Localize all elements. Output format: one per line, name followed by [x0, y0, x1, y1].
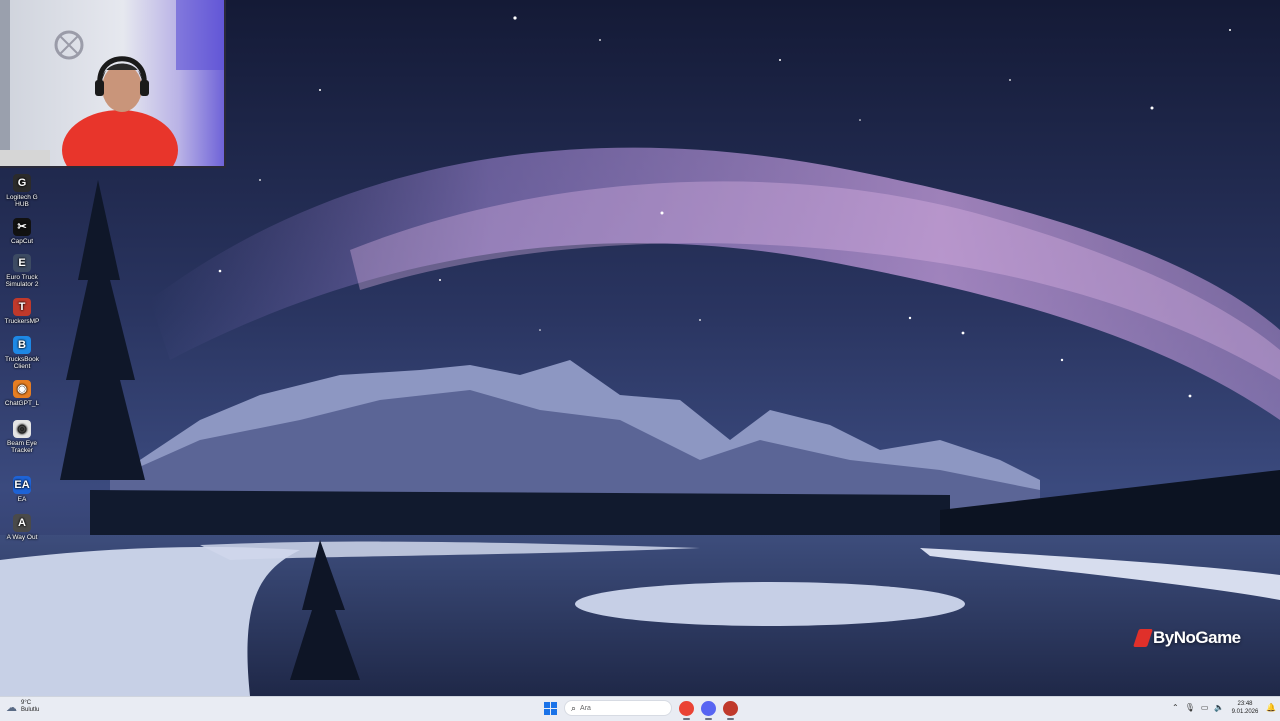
desktop-icon[interactable]: ◎ Beam Eye Tracker	[0, 420, 44, 454]
desktop-icon-label: Beam Eye Tracker	[7, 440, 37, 454]
truckersmp-icon: T	[13, 298, 31, 316]
watermark: ByNoGame	[1133, 628, 1241, 648]
desktop-icon-label: Euro Truck Simulator 2	[5, 274, 39, 288]
desktop-icon-label: A Way Out	[6, 534, 38, 541]
desktop-icon-label: TruckersMP	[4, 318, 40, 325]
taskbar: ☁ 9°C Bulutlu ⌕ Ara ⌃ 🎙 ▭ 🔈 23:48 9.01.2…	[0, 696, 1280, 721]
desktop-icon[interactable]: A A Way Out	[0, 514, 44, 541]
weather-condition: Bulutlu	[21, 707, 40, 713]
a-way-out-icon: A	[13, 514, 31, 532]
beam-eye-tracker-icon: ◎	[13, 420, 31, 438]
clock-time: 23:48	[1237, 701, 1253, 707]
clock-date: 9.01.2026	[1231, 709, 1259, 715]
desktop-icon-label: Logitech G HUB	[6, 194, 38, 208]
search-icon: ⌕	[571, 702, 577, 713]
logitech-g-hub-icon: G	[13, 174, 31, 192]
weather-widget[interactable]: ☁ 9°C Bulutlu	[6, 700, 39, 714]
desktop-icon[interactable]: ◉ ChatGPT_L	[0, 380, 44, 407]
webcam-overlay	[0, 0, 226, 168]
volume-icon[interactable]: 🔈	[1214, 703, 1224, 712]
desktop-icon[interactable]: G Logitech G HUB	[0, 174, 44, 208]
microphone-icon[interactable]: 🎙	[1185, 703, 1195, 712]
network-icon[interactable]: ▭	[1201, 703, 1209, 712]
euro-truck-simulator-icon: E	[13, 254, 31, 272]
desktop-icon[interactable]: T TruckersMP	[0, 298, 44, 325]
capcut-icon: ✂	[13, 218, 31, 236]
desktop-icon[interactable]: ✂ CapCut	[0, 218, 44, 245]
search-placeholder: Ara	[580, 704, 591, 712]
desktop-icon[interactable]: EA EA	[0, 476, 44, 503]
game-app-icon[interactable]	[723, 701, 738, 720]
webcam-scene-icon	[0, 0, 224, 166]
desktop-icon[interactable]: E Euro Truck Simulator 2	[0, 254, 44, 288]
bynogame-logo-icon	[1133, 629, 1153, 647]
desktop-icon-label: TrucksBook Client	[4, 356, 40, 370]
cloud-icon: ☁	[6, 701, 17, 714]
search-box[interactable]: ⌕ Ara	[564, 700, 672, 716]
clock[interactable]: 23:48 9.01.2026	[1228, 700, 1262, 716]
desktop-icon-label: CapCut	[10, 238, 34, 245]
desktop-icon-label: ChatGPT_L	[4, 400, 40, 407]
watermark-text: ByNoGame	[1153, 628, 1241, 647]
desktop-icon-label: EA	[17, 496, 27, 503]
desktop-icon[interactable]: B TrucksBook Client	[0, 336, 44, 370]
notification-bell-icon[interactable]: 🔔	[1266, 703, 1276, 712]
weather-temp: 9°C	[21, 700, 32, 706]
start-button[interactable]	[544, 702, 558, 716]
trucksbook-icon: B	[13, 336, 31, 354]
chrome-icon[interactable]	[679, 701, 694, 720]
discord-icon[interactable]	[701, 701, 716, 720]
chatgpt-icon: ◉	[13, 380, 31, 398]
chevron-up-icon[interactable]: ⌃	[1172, 703, 1179, 712]
system-tray: ⌃ 🎙 ▭ 🔈	[1172, 703, 1224, 712]
ea-icon: EA	[13, 476, 31, 494]
